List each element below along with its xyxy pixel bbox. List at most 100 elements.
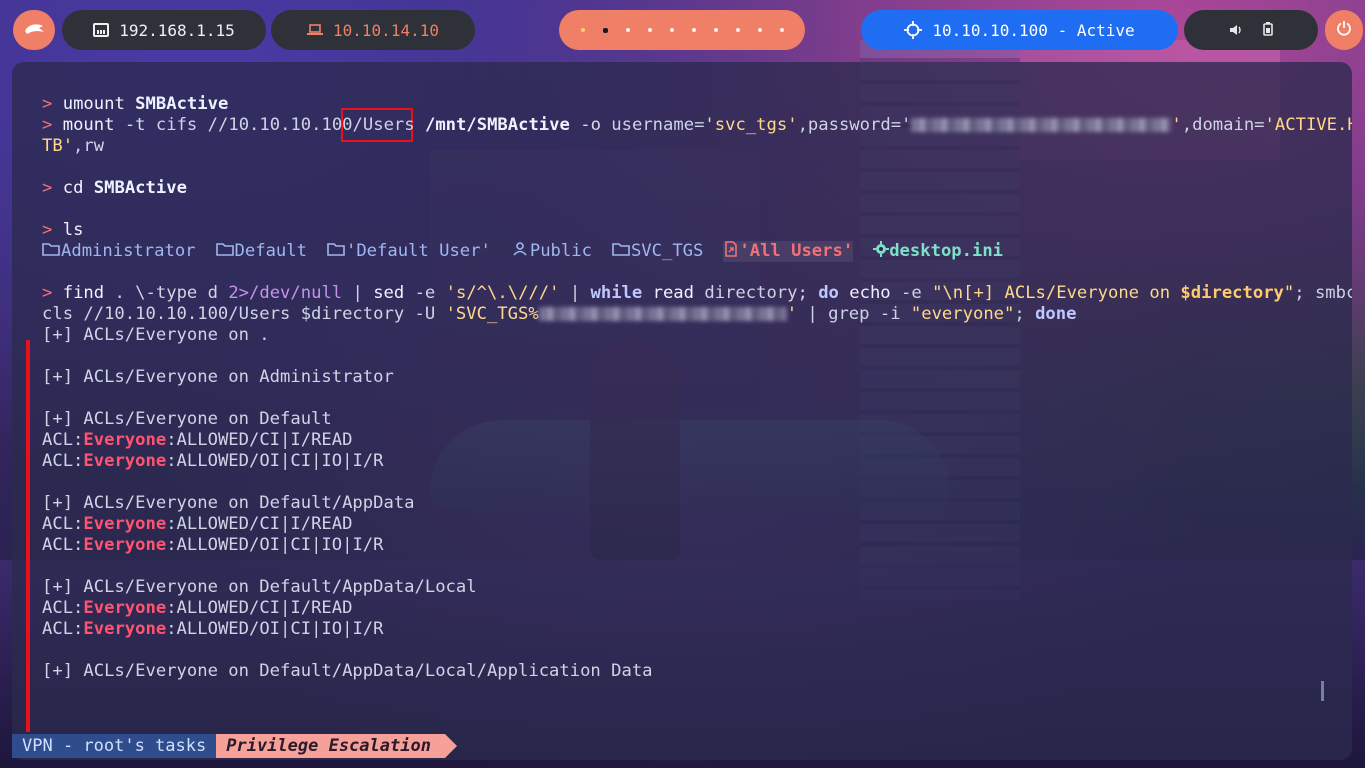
argument: ,password=' bbox=[797, 115, 912, 135]
power-button[interactable] bbox=[1325, 10, 1363, 50]
argument: | bbox=[342, 283, 374, 303]
argument: ,rw bbox=[73, 136, 105, 156]
folder-icon bbox=[327, 241, 345, 262]
directory-name: 'Default User' bbox=[345, 241, 491, 261]
keyword: do bbox=[818, 283, 839, 303]
everyone-match: Everyone bbox=[83, 430, 167, 450]
acl-prefix: ACL: bbox=[42, 598, 84, 618]
terminal-window[interactable]: > umount SMBActive > mount -t cifs //10.… bbox=[12, 62, 1352, 760]
workspace-dot[interactable] bbox=[647, 28, 652, 32]
argument: -e bbox=[890, 283, 933, 303]
everyone-match: Everyone bbox=[83, 619, 167, 639]
crosshair-icon bbox=[904, 21, 923, 39]
string: "everyone" bbox=[910, 304, 1015, 324]
argument: | bbox=[559, 283, 591, 303]
tmux-status-bar: VPN - root's tasks Privilege Escalation bbox=[12, 734, 457, 758]
volume-icon[interactable] bbox=[1229, 21, 1243, 40]
prompt: > bbox=[42, 115, 53, 135]
command: umount bbox=[62, 94, 125, 114]
acl-value: :ALLOWED/CI|I/READ bbox=[166, 430, 353, 450]
workspace-dot[interactable] bbox=[779, 28, 784, 32]
workspace-dot[interactable] bbox=[580, 28, 585, 32]
everyone-match: Everyone bbox=[83, 451, 167, 471]
prompt: > bbox=[42, 220, 53, 240]
arch-logo-icon bbox=[23, 21, 45, 40]
folder-icon bbox=[42, 241, 60, 262]
symlink-entry: 'All Users' bbox=[723, 240, 854, 263]
vpn-ip-widget[interactable]: 10.10.14.10 bbox=[271, 10, 475, 50]
top-bar: 192.168.1.15 10.10.14.10 10.10.10.100 - … bbox=[0, 0, 1365, 60]
terminal-content[interactable]: > umount SMBActive > mount -t cifs //10.… bbox=[42, 94, 1352, 682]
string: 'svc_tgs' bbox=[704, 115, 798, 135]
acl-line: ACL:Everyone:ALLOWED/OI|CI|IO|I/R bbox=[42, 535, 1334, 556]
system-tray bbox=[1184, 10, 1318, 50]
string: " bbox=[1283, 283, 1295, 303]
acl-prefix: ACL: bbox=[42, 514, 84, 534]
command: find bbox=[62, 283, 105, 303]
vpn-ip-label: 10.10.14.10 bbox=[333, 20, 439, 40]
directory-entry: Administrator bbox=[42, 241, 196, 262]
battery-icon[interactable] bbox=[1263, 21, 1273, 40]
workspace-dot[interactable] bbox=[713, 28, 718, 32]
local-ip-widget[interactable]: 192.168.1.15 bbox=[62, 10, 266, 50]
prompt: > bbox=[42, 283, 53, 303]
workspace-dot-active[interactable] bbox=[602, 27, 608, 33]
output-line: [+] ACLs/Everyone on Default/AppData/Loc… bbox=[42, 577, 477, 597]
string: ' bbox=[786, 304, 798, 324]
scrollbar[interactable] bbox=[1321, 681, 1324, 701]
keyword: while bbox=[590, 283, 643, 303]
output-line: [+] ACLs/Everyone on Default bbox=[42, 409, 332, 429]
launcher-button[interactable] bbox=[13, 10, 55, 50]
output-line: [+] ACLs/Everyone on . bbox=[42, 325, 270, 345]
share-path: /Users bbox=[352, 115, 415, 135]
acl-line: ACL:Everyone:ALLOWED/CI|I/READ bbox=[42, 598, 1334, 619]
command: ls bbox=[62, 220, 84, 240]
directory-name: Default bbox=[234, 241, 307, 261]
redacted-password bbox=[538, 307, 787, 321]
argument: //10.10.10.100 bbox=[207, 115, 353, 135]
window-label[interactable]: Privilege Escalation bbox=[216, 734, 457, 758]
acl-value: :ALLOWED/OI|CI|IO|I/R bbox=[166, 619, 384, 639]
local-ip-label: 192.168.1.15 bbox=[119, 20, 235, 40]
argument: -o bbox=[580, 115, 601, 135]
argument: cifs bbox=[155, 115, 198, 135]
symlink-icon bbox=[723, 240, 739, 263]
acl-value: :ALLOWED/CI|I/READ bbox=[166, 514, 353, 534]
ls-output: Administrator Default 'Default User' Pub… bbox=[42, 240, 1334, 263]
gear-icon bbox=[873, 240, 890, 263]
redacted-password bbox=[911, 118, 1172, 132]
file-name: desktop.ini bbox=[889, 241, 1004, 261]
command: cd bbox=[62, 178, 84, 198]
everyone-match: Everyone bbox=[83, 535, 167, 555]
workspace-switcher[interactable] bbox=[559, 10, 805, 50]
prompt: > bbox=[42, 94, 53, 114]
workspace-dot[interactable] bbox=[735, 28, 740, 32]
target-label: 10.10.10.100 - Active bbox=[932, 20, 1135, 40]
acl-line: ACL:Everyone:ALLOWED/CI|I/READ bbox=[42, 430, 1334, 451]
output-line: [+] ACLs/Everyone on Default/AppData/Loc… bbox=[42, 661, 653, 681]
target-widget[interactable]: 10.10.10.100 - Active bbox=[861, 10, 1178, 50]
command-line: > find . \-type d 2>/dev/null | sed -e '… bbox=[42, 283, 1352, 304]
acl-value: :ALLOWED/OI|CI|IO|I/R bbox=[166, 535, 384, 555]
acl-value: :ALLOWED/CI|I/READ bbox=[166, 598, 353, 618]
workspace-dot[interactable] bbox=[625, 28, 630, 32]
workspace-dot[interactable] bbox=[669, 28, 674, 32]
string: 'SVC_TGS% bbox=[445, 304, 539, 324]
directory-entry: Default bbox=[215, 241, 307, 262]
command: sed bbox=[373, 283, 405, 303]
acl-prefix: ACL: bbox=[42, 430, 84, 450]
workspace-dot[interactable] bbox=[757, 28, 762, 32]
command: echo bbox=[838, 283, 891, 303]
directory-entry: 'Default User' bbox=[327, 241, 491, 262]
string: "\n[+] ACLs/Everyone on bbox=[932, 283, 1181, 303]
workspace-dot[interactable] bbox=[691, 28, 696, 32]
argument: -e bbox=[404, 283, 446, 303]
acl-line: ACL:Everyone:ALLOWED/OI|CI|IO|I/R bbox=[42, 619, 1334, 640]
prompt: > bbox=[42, 178, 53, 198]
session-label[interactable]: VPN - root's tasks bbox=[12, 734, 217, 758]
